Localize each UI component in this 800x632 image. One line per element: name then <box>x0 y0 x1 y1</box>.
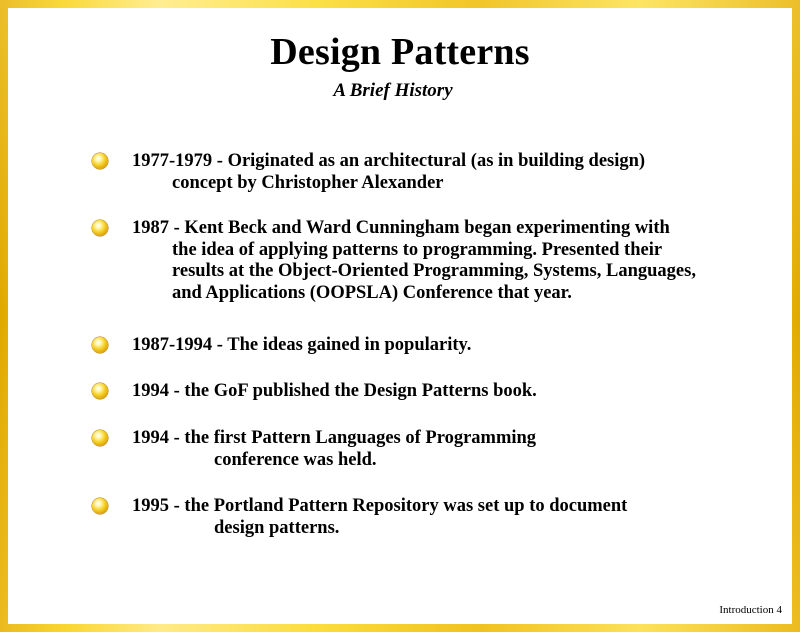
gold-disc-bullet-icon <box>92 153 108 169</box>
bullet-line: and Applications (OOPSLA) Conference tha… <box>172 282 572 303</box>
slide-footer: Introduction 4 <box>719 604 782 616</box>
slide: Design Patterns A Brief History 1977-197… <box>8 8 792 624</box>
gold-disc-bullet-icon <box>92 220 108 236</box>
bullet-line: 1994 - the first Pattern Languages of Pr… <box>132 428 537 448</box>
gold-disc-bullet-icon <box>92 337 108 353</box>
bullet-line: 1987-1994 - The ideas gained in populari… <box>132 335 472 355</box>
bullet-line: design patterns. <box>214 517 340 538</box>
bullet-list: 1977-1979 - Originated as an architectur… <box>8 8 792 624</box>
bullet-line: 1977-1979 - Originated as an architectur… <box>132 151 646 171</box>
bullet-text: 1995 - the Portland Pattern Repository w… <box>132 496 772 539</box>
bullet-line: concept by Christopher Alexander <box>172 172 444 193</box>
gold-disc-bullet-icon <box>92 430 108 446</box>
bullet-line: 1987 - Kent Beck and Ward Cunningham beg… <box>132 218 670 238</box>
gold-disc-bullet-icon <box>92 498 108 514</box>
bullet-text: 1977-1979 - Originated as an architectur… <box>132 151 772 194</box>
bullet-text: 1994 - the first Pattern Languages of Pr… <box>132 428 772 471</box>
bullet-text: 1994 - the GoF published the Design Patt… <box>132 381 772 403</box>
gold-disc-bullet-icon <box>92 383 108 399</box>
bullet-line: conference was held. <box>214 449 377 470</box>
bullet-line: results at the Object-Oriented Programmi… <box>172 261 696 281</box>
bullet-line: 1995 - the Portland Pattern Repository w… <box>132 496 628 516</box>
bullet-text: 1987-1994 - The ideas gained in populari… <box>132 335 772 357</box>
bullet-line: the idea of applying patterns to program… <box>172 239 663 260</box>
bullet-line: 1994 - the GoF published the Design Patt… <box>132 381 537 401</box>
bullet-text: 1987 - Kent Beck and Ward Cunningham beg… <box>132 218 772 304</box>
